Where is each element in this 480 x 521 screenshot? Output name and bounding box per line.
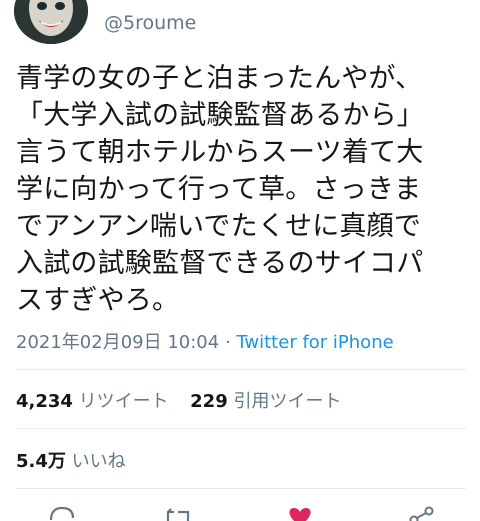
retweet-button[interactable]: [158, 500, 198, 521]
divider: [16, 488, 466, 489]
avatar[interactable]: [14, 0, 88, 44]
user-handle[interactable]: @5roume: [104, 12, 196, 34]
tweet-timestamp[interactable]: 2021年02月09日 10:04: [16, 332, 219, 353]
likes-count: 5.4万: [16, 451, 66, 472]
likes-stats[interactable]: 5.4万 いいね: [16, 447, 126, 473]
quotes-link[interactable]: 229 引用ツイート: [190, 391, 341, 412]
share-icon: [409, 506, 434, 521]
tweet-text-line: スすぎやろ。: [16, 285, 180, 316]
retweet-stats: 4,234 リツイート 229 引用ツイート: [16, 387, 341, 413]
reply-icon: [49, 506, 75, 521]
like-button[interactable]: [280, 500, 320, 521]
retweets-count: 4,234: [16, 391, 73, 412]
tweet-text-line: 「大学入試の試験監督あるから」: [16, 100, 424, 131]
heart-icon: [289, 508, 311, 521]
quotes-label: 引用ツイート: [233, 391, 342, 412]
tweet-text: 青学の女の子と泊まったんやが、 「大学入試の試験監督あるから」 言うて朝ホテルか…: [16, 60, 472, 319]
action-bar: [0, 500, 480, 521]
retweets-label: リツイート: [78, 391, 169, 412]
divider: [16, 428, 466, 429]
share-button[interactable]: [400, 500, 440, 521]
tweet-meta: 2021年02月09日 10:04 · Twitter for iPhone: [16, 328, 394, 354]
retweet-icon: [166, 508, 190, 521]
tweet-text-line: でアンアン喘いでたくせに真顔で: [16, 211, 422, 242]
meta-separator: ·: [219, 332, 237, 353]
quotes-count: 229: [190, 391, 228, 412]
reply-button[interactable]: [42, 500, 82, 521]
tweet-text-line: 学に向かって行って草。さっきま: [16, 174, 422, 205]
likes-label: いいね: [71, 451, 126, 472]
avatar-image: [14, 0, 88, 44]
tweet-text-line: 青学の女の子と泊まったんやが、: [16, 63, 423, 94]
retweets-link[interactable]: 4,234 リツイート: [16, 391, 174, 412]
tweet-text-line: 言うて朝ホテルからスーツ着て大: [16, 137, 424, 168]
tweet-text-line: 入試の試験監督できるのサイコパ: [16, 248, 424, 279]
divider: [16, 369, 466, 370]
tweet-source-link[interactable]: Twitter for iPhone: [236, 332, 393, 353]
tweet-header: @5roume: [0, 0, 480, 52]
